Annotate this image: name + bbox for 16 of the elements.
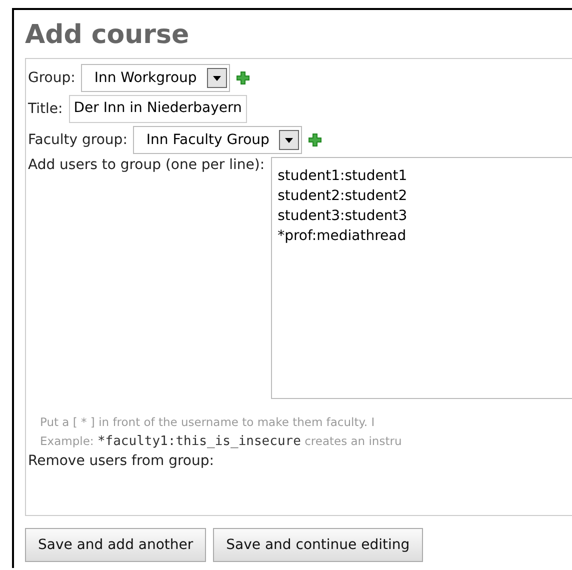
help-text: Put a [ * ] in front of the username to make them faculty. I (40, 414, 376, 431)
field-label: Group: (28, 70, 76, 86)
save-button[interactable]: Save and add another (25, 528, 206, 562)
help-text: Example: *faculty1:this_is_insecure creates an instru (40, 433, 403, 451)
input-field[interactable]: Der Inn in Niederbayern (68, 95, 247, 123)
field-label: Faculty group: (28, 132, 128, 148)
textarea-field[interactable]: student1:student1 student2:student2 student3:student3 *prof:mediathread (270, 157, 572, 399)
select-field[interactable]: Inn Workgroup (81, 64, 230, 92)
page-title: Add course (25, 20, 190, 50)
field-label: Add users to group (one per line): (28, 157, 265, 173)
field-label: Remove users from group: (28, 453, 215, 469)
add-icon[interactable] (236, 71, 250, 85)
field-label: Title: (28, 101, 63, 117)
select-field[interactable]: Inn Faculty Group (133, 126, 302, 154)
save-button[interactable]: Save and continue editing (213, 528, 423, 562)
add-icon[interactable] (308, 133, 322, 147)
